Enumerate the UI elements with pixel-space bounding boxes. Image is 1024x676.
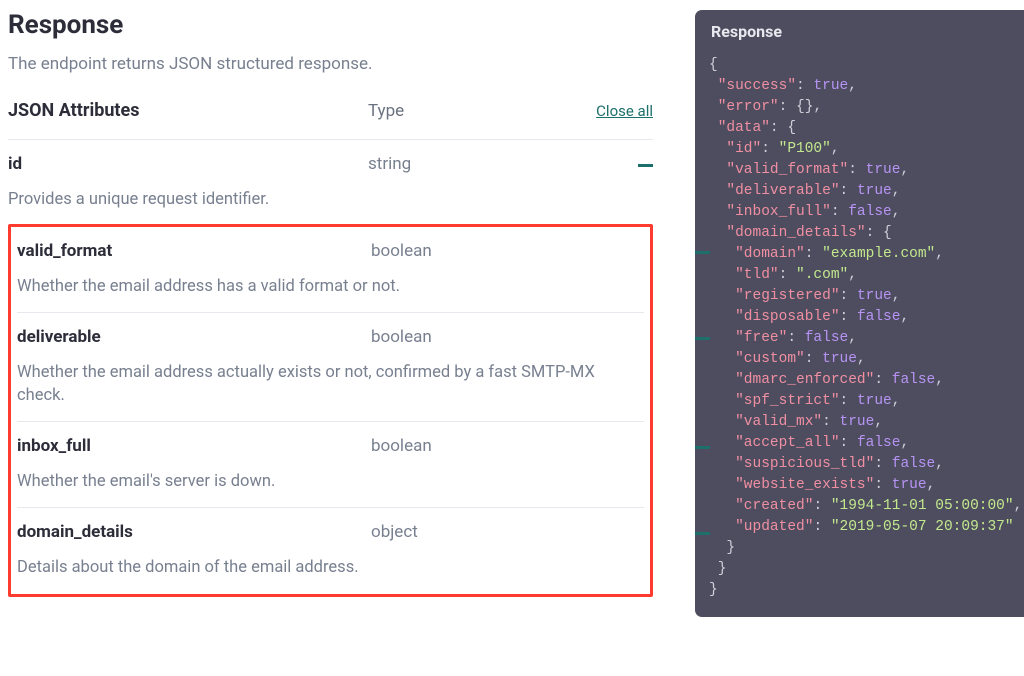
attribute-row: id string Provides a unique request iden…: [8, 140, 653, 226]
attr-name: id: [8, 154, 368, 174]
close-all-link[interactable]: Close all: [596, 102, 653, 120]
collapse-toggle[interactable]: [623, 155, 653, 174]
section-heading: Response: [8, 10, 653, 40]
attr-desc: Details about the domain of the email ad…: [17, 556, 644, 579]
attr-type: object: [371, 522, 646, 542]
attr-desc: Whether the email's server is down.: [17, 470, 644, 493]
attr-type: boolean: [371, 436, 646, 456]
docs-right-column: Response { "success": true, "error": {},…: [673, 10, 1024, 617]
section-intro: The endpoint returns JSON structured res…: [8, 54, 653, 74]
json-code-block: { "success": true, "error": {}, "data": …: [695, 55, 1024, 601]
attr-name: deliverable: [17, 327, 371, 347]
collapse-toggle[interactable]: [680, 328, 710, 347]
highlight-box: valid_format boolean Whether the email a…: [8, 224, 653, 596]
minus-icon: [638, 164, 653, 167]
collapse-toggle[interactable]: [680, 242, 710, 261]
attr-type: string: [368, 154, 623, 174]
attr-name: domain_details: [17, 522, 371, 542]
minus-icon: [695, 337, 710, 340]
attr-name: valid_format: [17, 241, 371, 261]
attribute-row: deliverable boolean Whether the email ad…: [17, 313, 644, 422]
minus-icon: [695, 532, 710, 535]
attr-type: boolean: [371, 327, 646, 347]
attr-desc: Provides a unique request identifier.: [8, 188, 653, 211]
minus-icon: [695, 446, 710, 449]
collapse-toggle[interactable]: [680, 437, 710, 456]
attributes-header: JSON Attributes Type Close all: [8, 100, 653, 140]
col-header-type: Type: [368, 101, 596, 121]
attribute-row: valid_format boolean Whether the email a…: [17, 227, 644, 313]
response-panel: Response { "success": true, "error": {},…: [695, 10, 1024, 617]
minus-icon: [695, 251, 710, 254]
attr-desc: Whether the email address actually exist…: [17, 361, 644, 407]
attribute-row: inbox_full boolean Whether the email's s…: [17, 422, 644, 508]
attr-type: boolean: [371, 241, 646, 261]
collapse-toggle[interactable]: [680, 523, 710, 542]
docs-left-column: Response The endpoint returns JSON struc…: [8, 10, 653, 617]
attr-name: inbox_full: [17, 436, 371, 456]
attribute-row: domain_details object Details about the …: [17, 508, 644, 593]
panel-title: Response: [695, 10, 1024, 55]
col-header-attributes: JSON Attributes: [8, 100, 368, 121]
attr-desc: Whether the email address has a valid fo…: [17, 275, 644, 298]
